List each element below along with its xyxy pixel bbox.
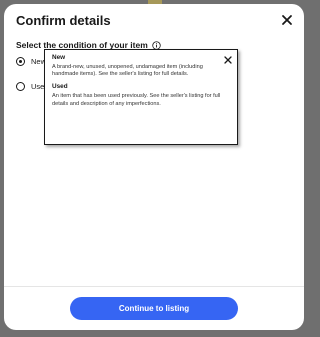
tooltip-heading-new: New (52, 54, 66, 61)
continue-to-listing-button[interactable]: Continue to listing (70, 297, 238, 320)
radio-used[interactable] (16, 82, 25, 91)
modal-title: Confirm details (16, 13, 111, 28)
tooltip-body-used: An item that has been used previously. S… (52, 93, 221, 107)
tooltip-body-new: A brand-new, unused, unopened, undamaged… (52, 64, 203, 78)
condition-option-new[interactable]: New (16, 57, 46, 66)
tooltip-heading-used: Used (52, 83, 68, 91)
condition-info-tooltip: New A brand-new, unused, unopened, undam… (44, 49, 238, 145)
footer-divider (4, 286, 304, 287)
tooltip-close-button[interactable] (223, 53, 233, 64)
radio-new[interactable] (16, 57, 25, 66)
modal-close-button[interactable] (278, 11, 296, 29)
close-icon (224, 56, 232, 64)
close-icon (282, 15, 292, 25)
